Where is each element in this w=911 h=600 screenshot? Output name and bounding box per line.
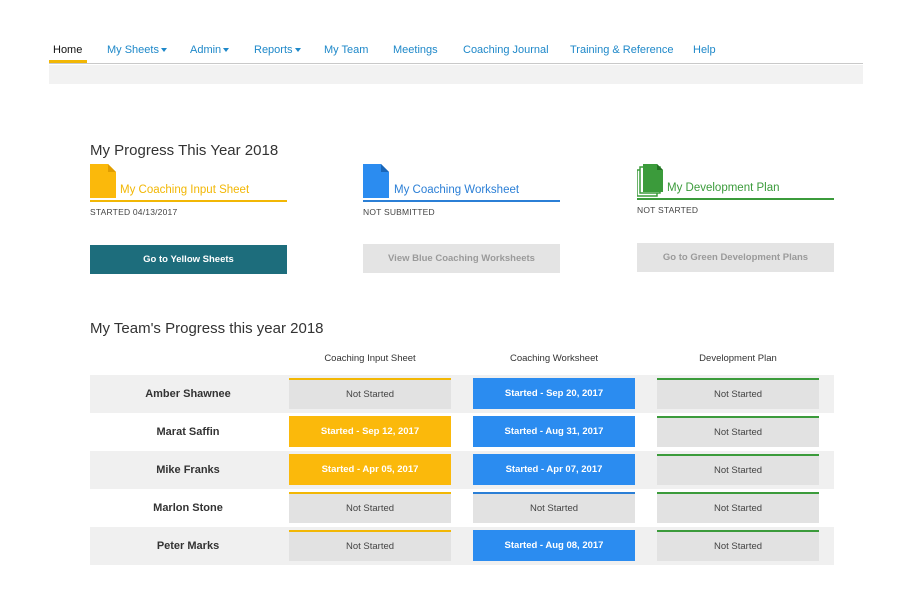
nav-home[interactable]: Home (53, 44, 82, 56)
nav-my-sheets-label: My Sheets (107, 44, 159, 56)
worksheet-status-cell[interactable]: Started - Apr 07, 2017 (473, 454, 635, 485)
blue-document-icon (363, 164, 389, 198)
team-member-name: Peter Marks (156, 540, 220, 552)
worksheet-status-cell[interactable]: Started - Aug 31, 2017 (473, 416, 635, 447)
nav-help[interactable]: Help (693, 44, 716, 56)
development-plan-status-cell[interactable]: Not Started (657, 454, 819, 485)
progress-card-development-plan: My Development Plan NOT STARTED (637, 164, 834, 215)
input-sheet-label: My Coaching Input Sheet (120, 184, 250, 196)
nav-meetings[interactable]: Meetings (393, 44, 438, 56)
nav-active-indicator (49, 60, 87, 63)
nav-coaching-journal[interactable]: Coaching Journal (463, 44, 549, 56)
input-sheet-status: STARTED 04/13/2017 (90, 207, 178, 217)
chevron-down-icon (223, 48, 230, 52)
view-blue-worksheets-button[interactable]: View Blue Coaching Worksheets (363, 244, 560, 273)
table-row: Peter Marks Not Started Started - Aug 08… (90, 527, 834, 565)
development-plan-status-cell[interactable]: Not Started (657, 530, 819, 561)
nav-my-sheets[interactable]: My Sheets (107, 44, 167, 56)
chevron-down-icon (294, 48, 301, 52)
nav-reports[interactable]: Reports (254, 44, 301, 56)
progress-card-input-sheet: My Coaching Input Sheet STARTED 04/13/20… (90, 164, 287, 217)
team-member-name: Mike Franks (156, 464, 220, 476)
team-member-name: Marlon Stone (153, 502, 223, 514)
table-row: Mike Franks Started - Apr 05, 2017 Start… (90, 451, 834, 489)
input-sheet-status-cell[interactable]: Not Started (289, 530, 451, 561)
yellow-document-icon (90, 164, 116, 198)
my-progress-title: My Progress This Year 2018 (90, 142, 279, 159)
chevron-down-icon (160, 48, 167, 52)
input-sheet-status-cell[interactable]: Started - Apr 05, 2017 (289, 454, 451, 485)
go-to-green-plans-button[interactable]: Go to Green Development Plans (637, 243, 834, 272)
input-sheet-rule (90, 200, 287, 202)
development-plan-status-cell[interactable]: Not Started (657, 416, 819, 447)
nav-admin-label: Admin (190, 44, 222, 56)
development-plan-status-cell[interactable]: Not Started (657, 492, 819, 523)
development-plan-status: NOT STARTED (637, 205, 699, 215)
nav-reports-label: Reports (254, 44, 293, 56)
table-row: Marat Saffin Started - Sep 12, 2017 Star… (90, 413, 834, 451)
development-plan-status-cell[interactable]: Not Started (657, 378, 819, 409)
table-row: Marlon Stone Not Started Not Started Not… (90, 489, 834, 527)
team-member-name: Marat Saffin (156, 426, 220, 438)
main-nav: Home My Sheets Admin Reports My Team Mee… (49, 40, 863, 64)
worksheet-status-cell[interactable]: Started - Sep 20, 2017 (473, 378, 635, 409)
nav-my-team[interactable]: My Team (324, 44, 368, 56)
table-row: Amber Shawnee Not Started Started - Sep … (90, 375, 834, 413)
worksheet-label: My Coaching Worksheet (394, 184, 520, 196)
team-member-name: Amber Shawnee (145, 388, 231, 400)
team-progress-title: My Team's Progress this year 2018 (90, 320, 324, 337)
column-header-worksheet: Coaching Worksheet (509, 353, 598, 364)
column-header-input-sheet: Coaching Input Sheet (324, 353, 416, 364)
go-to-yellow-sheets-button[interactable]: Go to Yellow Sheets (90, 245, 287, 274)
worksheet-status: NOT SUBMITTED (363, 207, 435, 217)
worksheet-status-cell[interactable]: Not Started (473, 492, 635, 523)
green-stacked-documents-icon (637, 164, 663, 197)
development-plan-label: My Development Plan (667, 182, 780, 194)
nav-training-reference[interactable]: Training & Reference (570, 44, 674, 56)
input-sheet-status-cell[interactable]: Not Started (289, 378, 451, 409)
worksheet-status-cell[interactable]: Started - Aug 08, 2017 (473, 530, 635, 561)
input-sheet-status-cell[interactable]: Not Started (289, 492, 451, 523)
column-header-development-plan: Development Plan (699, 353, 777, 364)
nav-admin[interactable]: Admin (190, 44, 230, 56)
sub-toolbar (49, 65, 863, 84)
input-sheet-status-cell[interactable]: Started - Sep 12, 2017 (289, 416, 451, 447)
worksheet-rule (363, 200, 560, 202)
progress-card-worksheet: My Coaching Worksheet NOT SUBMITTED (363, 164, 560, 217)
